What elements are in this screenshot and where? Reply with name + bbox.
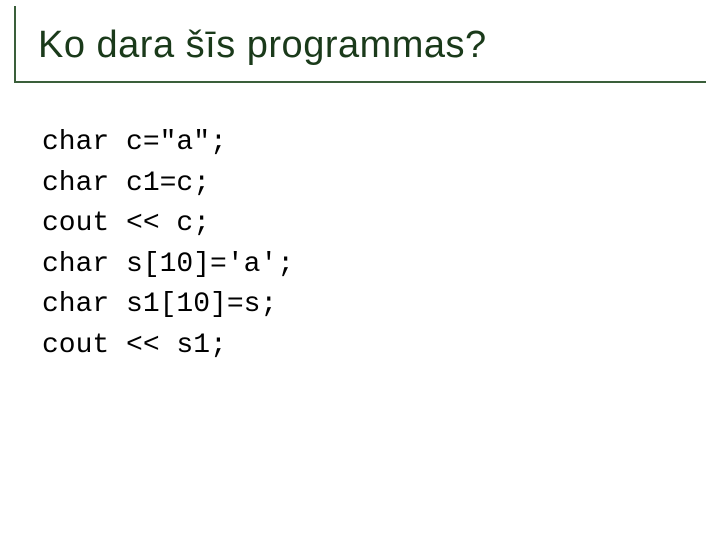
slide-container: Ko dara šīs programmas? char c="a"; char… [0, 6, 720, 546]
code-line-4: char s[10]='a'; [42, 245, 720, 286]
code-block: char c="a"; char c1=c; cout << c; char s… [0, 83, 720, 367]
code-line-1: char c="a"; [42, 123, 720, 164]
code-line-2: char c1=c; [42, 164, 720, 205]
code-line-3: cout << c; [42, 204, 720, 245]
code-line-6: cout << s1; [42, 326, 720, 367]
title-container: Ko dara šīs programmas? [14, 6, 706, 83]
slide-title: Ko dara šīs programmas? [38, 24, 706, 67]
code-line-5: char s1[10]=s; [42, 285, 720, 326]
